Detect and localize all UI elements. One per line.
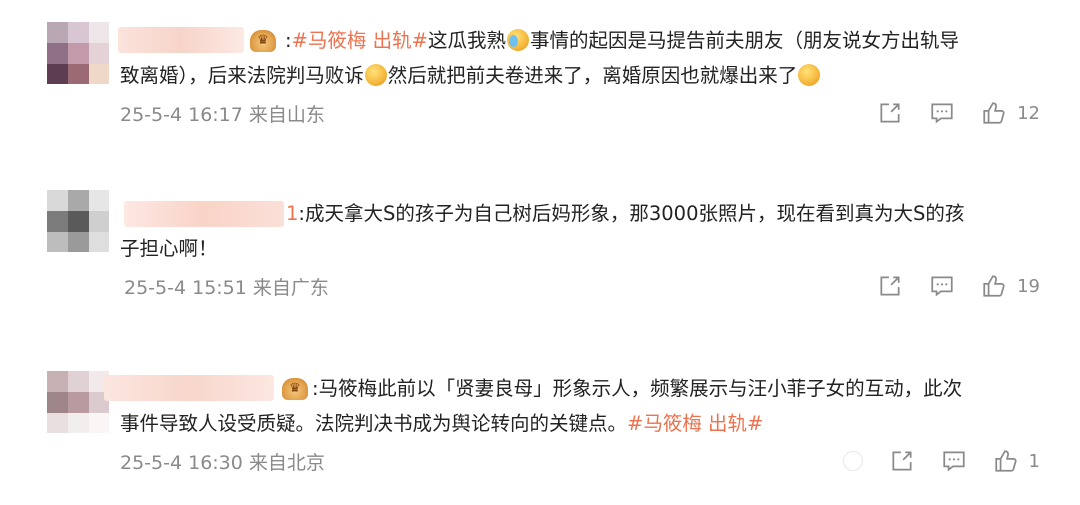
share-button[interactable] xyxy=(877,273,903,299)
comment-text: :#马筱梅 出轨#这瓜我熟 事情的起因是马提告前夫朋友（朋友说女方出轨导 xyxy=(285,29,959,52)
comment-text: 1:成天拿大S的孩子为自己树后妈形象，那3000张照片，现在看到真为大S的孩 xyxy=(286,202,965,225)
like-icon xyxy=(983,102,1005,124)
comment-button[interactable] xyxy=(929,100,955,126)
hashtag-link[interactable]: #马筱梅 出轨# xyxy=(627,412,763,435)
like-button[interactable]: 1 xyxy=(993,448,1040,474)
avatar[interactable] xyxy=(47,371,109,433)
share-button[interactable] xyxy=(889,448,915,474)
comment-timestamp: 25-5-4 16:30 来自北京 xyxy=(120,452,325,474)
share-icon xyxy=(892,451,912,471)
like-count: 19 xyxy=(1017,275,1040,297)
avatar[interactable] xyxy=(47,190,109,252)
action-bar: 12 xyxy=(851,98,1040,128)
action-bar: 1 xyxy=(817,446,1040,476)
comment-timestamp: 25-5-4 15:51 来自广东 xyxy=(124,277,329,299)
comment-icon xyxy=(931,276,953,297)
comment-button[interactable] xyxy=(929,273,955,299)
like-count: 12 xyxy=(1017,102,1040,124)
like-button[interactable]: 19 xyxy=(981,273,1040,299)
comment-timestamp: 25-5-4 16:17 来自山东 xyxy=(120,104,325,126)
share-button[interactable] xyxy=(877,100,903,126)
share-icon xyxy=(880,103,900,123)
comment-text-line2: 子担心啊！ xyxy=(120,237,218,260)
smirk-emoji-icon xyxy=(364,64,387,86)
like-button[interactable]: 12 xyxy=(981,100,1040,126)
hashtag-link[interactable]: #马筱梅 出轨# xyxy=(292,29,428,52)
username-suffix[interactable]: 1 xyxy=(286,202,298,225)
crying-laughing-emoji-icon xyxy=(506,29,529,51)
hidden-action xyxy=(842,451,863,471)
comment-button[interactable] xyxy=(941,448,967,474)
action-bar: 19 xyxy=(851,271,1040,301)
like-count: 1 xyxy=(1028,450,1040,472)
comment-icon xyxy=(931,103,953,124)
comment-text-line2: 致离婚），后来法院判马败诉 然后就把前夫卷进来了，离婚原因也就爆出来了 xyxy=(120,59,1040,92)
laughing-emoji-icon xyxy=(798,64,821,86)
comment-text: :马筱梅此前以「贤妻良母」形象示人，频繁展示与汪小菲子女的互动，此次 xyxy=(312,377,963,400)
comment-icon xyxy=(942,451,965,472)
like-icon xyxy=(983,275,1005,297)
like-icon xyxy=(994,450,1017,472)
comment-text-line2: 事件导致人设受质疑。法院判决书成为舆论转向的关键点。#马筱梅 出轨# xyxy=(120,412,764,435)
avatar[interactable] xyxy=(47,22,109,84)
share-icon xyxy=(880,276,900,296)
